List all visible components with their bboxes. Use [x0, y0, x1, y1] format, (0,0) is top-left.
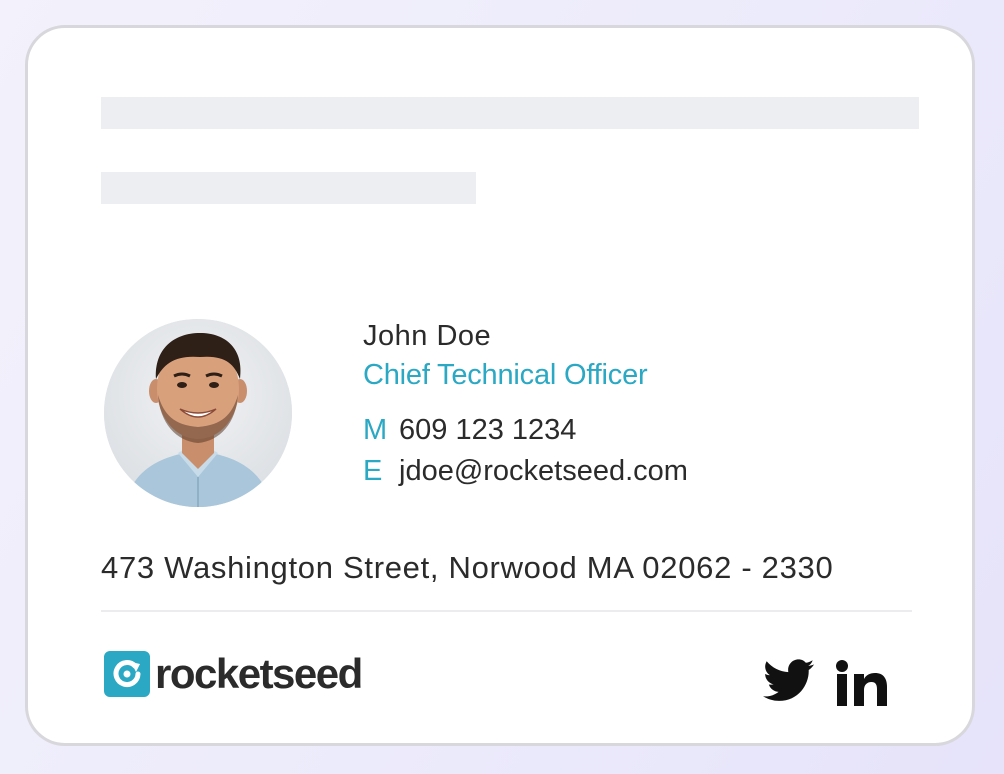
email-row: Ejdoe@rocketseed.com	[363, 453, 688, 489]
email-signature-card: John Doe Chief Technical Officer M 609 12…	[25, 25, 975, 746]
email-address-link[interactable]: jdoe@rocketseed.com	[399, 455, 688, 487]
postal-address: 473 Washington Street, Norwood MA 02062 …	[101, 550, 834, 585]
rocketseed-logo[interactable]: rocketseed	[104, 650, 363, 698]
email-body-placeholder-line	[101, 97, 919, 129]
mobile-number[interactable]: 609 123 1234	[399, 414, 576, 446]
linkedin-in-icon[interactable]	[833, 658, 891, 710]
signature-name: John Doe	[363, 320, 492, 352]
signature-job-title: Chief Technical Officer	[363, 359, 648, 391]
mobile-row: M 609 123 1234	[363, 412, 688, 448]
rocketseed-logo-text: rocketseed	[155, 650, 363, 697]
email-body-placeholder-line-short	[101, 172, 476, 204]
avatar	[104, 319, 292, 507]
twitter-bird-icon[interactable]	[761, 658, 817, 704]
email-label: E	[363, 455, 383, 487]
rocketseed-logo-icon	[104, 651, 150, 697]
contact-details: John Doe Chief Technical Officer M 609 12…	[363, 318, 688, 489]
divider	[101, 610, 912, 612]
mobile-label: M	[363, 414, 388, 446]
